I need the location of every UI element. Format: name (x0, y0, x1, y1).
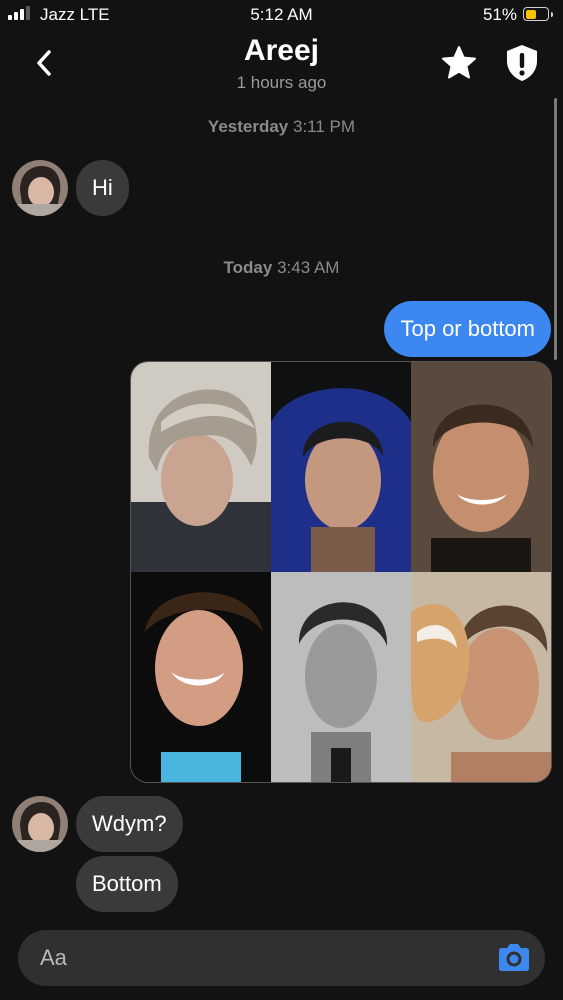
message-composer (18, 930, 545, 986)
photo-5 (271, 572, 411, 782)
timestamp-time: 3:11 PM (293, 117, 356, 136)
message-bubble-received[interactable]: Bottom (76, 856, 178, 912)
photo-3 (411, 362, 551, 572)
battery-percent: 51% (482, 5, 517, 24)
last-active-status: 1 hours ago (236, 73, 327, 92)
safety-button[interactable] (503, 43, 541, 83)
timestamp-time: 3:43 AM (277, 258, 340, 277)
message-bubble-sent[interactable]: Top or bottom (384, 301, 551, 357)
avatar-image (12, 160, 68, 216)
status-bar: Jazz LTE 5:12 AM 51% (0, 0, 563, 30)
timestamp-day: Today (223, 258, 273, 277)
photo-6 (411, 572, 551, 782)
message-bubble-received[interactable]: Hi (76, 160, 129, 216)
camera-button[interactable] (495, 939, 533, 977)
shield-exclamation-icon (507, 45, 537, 81)
photo-2 (271, 362, 411, 572)
camera-icon (499, 944, 529, 971)
avatar[interactable] (12, 796, 68, 852)
avatar-image (12, 796, 68, 852)
avatar[interactable] (12, 160, 68, 216)
star-icon (442, 46, 476, 79)
favorite-button[interactable] (440, 44, 478, 82)
timestamp-day: Yesterday (207, 117, 289, 136)
timestamp-divider: Today 3:43 AM (0, 258, 563, 278)
message-input[interactable] (40, 930, 480, 986)
photo-collage-message[interactable] (130, 361, 552, 783)
timestamp-divider: Yesterday 3:11 PM (0, 117, 563, 137)
clock: 5:12 AM (250, 5, 313, 24)
message-bubble-received[interactable]: Wdym? (76, 796, 183, 852)
conversation-title: Areej (243, 34, 320, 67)
battery-icon (523, 7, 549, 21)
photo-4 (131, 572, 271, 782)
scrollbar[interactable] (554, 98, 557, 360)
photo-1 (131, 362, 271, 572)
